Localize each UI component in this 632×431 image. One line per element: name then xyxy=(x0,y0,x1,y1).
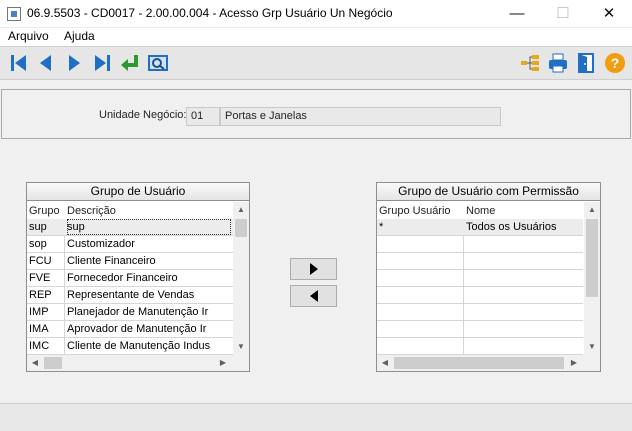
scroll-right-arrow[interactable]: ▶ xyxy=(215,355,231,371)
empty-row[interactable] xyxy=(377,321,583,338)
permitted-groups-grid[interactable]: Grupo de Usuário com Permissão Grupo Usu… xyxy=(376,182,601,372)
vertical-scrollbar[interactable]: ▲ ▼ xyxy=(584,202,600,355)
menu-bar: Arquivo Ajuda xyxy=(0,28,632,46)
row-code: IMC xyxy=(29,340,50,352)
last-record-icon[interactable] xyxy=(91,52,113,74)
row-code: * xyxy=(379,221,384,233)
scroll-up-arrow[interactable]: ▲ xyxy=(233,202,249,218)
table-row[interactable]: sop Customizador xyxy=(27,236,233,253)
business-unit-name-field: Portas e Janelas xyxy=(220,107,501,126)
confirm-return-icon[interactable] xyxy=(119,52,141,74)
close-button[interactable]: ✕ xyxy=(586,0,632,28)
row-description: Aprovador de Manutenção Ir xyxy=(67,323,207,335)
row-code: REP xyxy=(29,289,52,301)
column-header-nome[interactable]: Nome xyxy=(466,205,495,217)
scroll-up-arrow[interactable]: ▲ xyxy=(584,202,600,218)
scroll-thumb[interactable] xyxy=(44,357,62,369)
tree-structure-icon[interactable] xyxy=(519,52,541,74)
menu-ajuda[interactable]: Ajuda xyxy=(64,29,95,43)
scroll-left-arrow[interactable]: ◀ xyxy=(377,355,393,371)
user-groups-grid[interactable]: Grupo de Usuário Grupo Descrição sup sup… xyxy=(26,182,250,372)
empty-row[interactable] xyxy=(377,287,583,304)
table-row[interactable]: FVE Fornecedor Financeiro xyxy=(27,270,233,287)
row-name: Todos os Usuários xyxy=(466,221,557,233)
row-description: Cliente Financeiro xyxy=(67,255,156,267)
scroll-left-arrow[interactable]: ◀ xyxy=(27,355,43,371)
svg-text:?: ? xyxy=(611,55,620,71)
row-code: sup xyxy=(29,221,47,233)
arrow-right-icon xyxy=(309,263,318,275)
table-row[interactable]: IMA Aprovador de Manutenção Ir xyxy=(27,321,233,338)
permitted-groups-grid-title: Grupo de Usuário com Permissão xyxy=(377,183,600,201)
search-preview-icon[interactable] xyxy=(147,52,169,74)
row-description: sup xyxy=(67,219,231,235)
scroll-thumb[interactable] xyxy=(235,219,247,237)
previous-record-icon[interactable] xyxy=(35,52,57,74)
scroll-right-arrow[interactable]: ▶ xyxy=(566,355,582,371)
column-header-grupo-usuario[interactable]: Grupo Usuário xyxy=(379,205,451,217)
horizontal-scrollbar[interactable]: ◀ ▶ xyxy=(27,355,249,371)
print-icon[interactable] xyxy=(547,52,569,74)
table-row[interactable]: IMP Planejador de Manutenção Ir xyxy=(27,304,233,321)
next-record-icon[interactable] xyxy=(63,52,85,74)
business-unit-code-field: 01 xyxy=(186,107,220,126)
title-bar: 06.9.5503 - CD0017 - 2.00.00.004 - Acess… xyxy=(0,0,632,28)
row-code: IMA xyxy=(29,323,49,335)
row-description: Cliente de Manutenção Indus xyxy=(67,340,211,352)
scroll-down-arrow[interactable]: ▼ xyxy=(233,339,249,355)
exit-door-icon[interactable] xyxy=(575,52,597,74)
row-description: Planejador de Manutenção Ir xyxy=(67,306,209,318)
empty-row[interactable] xyxy=(377,338,583,355)
menu-arquivo[interactable]: Arquivo xyxy=(8,29,49,43)
first-record-icon[interactable] xyxy=(8,52,30,74)
vertical-scrollbar[interactable]: ▲ ▼ xyxy=(233,202,249,355)
help-icon[interactable]: ? xyxy=(604,52,626,74)
minimize-button[interactable]: — xyxy=(494,0,540,28)
empty-row[interactable] xyxy=(377,236,583,253)
maximize-button[interactable]: ☐ xyxy=(540,0,586,28)
app-icon xyxy=(7,7,21,21)
row-description: Fornecedor Financeiro xyxy=(67,272,178,284)
row-code: sop xyxy=(29,238,47,250)
column-header-descricao[interactable]: Descrição xyxy=(67,205,116,217)
horizontal-scrollbar[interactable]: ◀ ▶ xyxy=(377,355,600,371)
row-code: FCU xyxy=(29,255,52,267)
table-row[interactable]: IMC Cliente de Manutenção Indus xyxy=(27,338,233,355)
row-description: Customizador xyxy=(67,238,135,250)
status-strip xyxy=(0,403,632,431)
arrow-left-icon xyxy=(309,290,318,302)
empty-row[interactable] xyxy=(377,253,583,270)
column-header-grupo[interactable]: Grupo xyxy=(29,205,60,217)
table-row[interactable]: FCU Cliente Financeiro xyxy=(27,253,233,270)
toolbar: ? xyxy=(0,46,632,80)
scroll-down-arrow[interactable]: ▼ xyxy=(584,339,600,355)
business-unit-label: Unidade Negócio: xyxy=(99,109,187,121)
remove-permission-button[interactable] xyxy=(290,285,337,307)
row-code: FVE xyxy=(29,272,51,284)
scroll-thumb[interactable] xyxy=(586,219,598,297)
empty-row[interactable] xyxy=(377,304,583,321)
table-row[interactable]: * Todos os Usuários xyxy=(377,219,583,236)
user-groups-grid-title: Grupo de Usuário xyxy=(27,183,249,201)
scroll-thumb[interactable] xyxy=(394,357,564,369)
empty-row[interactable] xyxy=(377,270,583,287)
row-code: IMP xyxy=(29,306,49,318)
table-row[interactable]: REP Representante de Vendas xyxy=(27,287,233,304)
table-row[interactable]: sup sup xyxy=(27,219,233,236)
window-title: 06.9.5503 - CD0017 - 2.00.00.004 - Acess… xyxy=(27,6,393,20)
add-permission-button[interactable] xyxy=(290,258,337,280)
row-description: Representante de Vendas xyxy=(67,289,195,301)
